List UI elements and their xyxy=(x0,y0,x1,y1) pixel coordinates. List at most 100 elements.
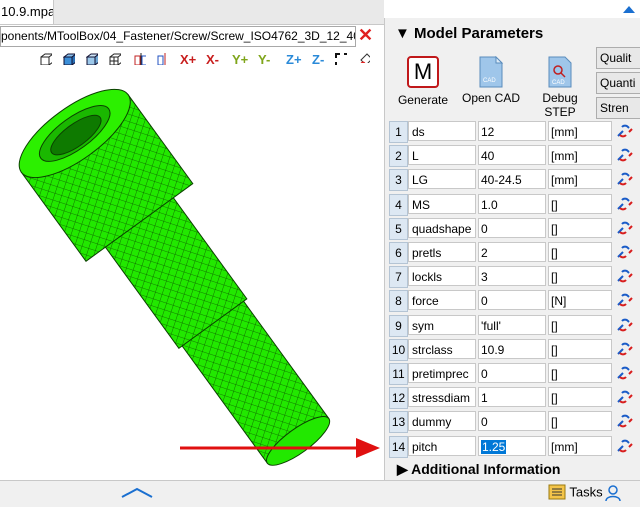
generate-icon: M xyxy=(407,56,439,88)
link-icon[interactable] xyxy=(614,290,634,310)
view-y-plus-button[interactable]: Y+ xyxy=(232,50,248,70)
link-icon[interactable] xyxy=(614,145,634,165)
row-number: 11 xyxy=(389,363,408,385)
status-bar xyxy=(0,480,640,507)
link-icon[interactable] xyxy=(614,363,634,383)
link-icon[interactable] xyxy=(614,194,634,214)
row-number: 4 xyxy=(389,194,408,216)
fit-view-icon[interactable] xyxy=(335,53,347,65)
param-unit-cell: [] xyxy=(548,363,612,383)
param-value-cell[interactable]: 2 xyxy=(478,242,546,262)
model-viewport[interactable] xyxy=(0,72,384,480)
param-value-cell[interactable]: 10.9 xyxy=(478,339,546,359)
param-value-text: 1 xyxy=(481,391,488,405)
panel-title: Model Parameters xyxy=(414,25,544,42)
param-name-cell: pretls xyxy=(408,242,476,262)
user-icon[interactable] xyxy=(604,484,622,502)
cad-file-icon: CAD xyxy=(479,56,504,88)
file-path-field[interactable]: ponents/MToolBox/04_Fastener/Screw/Screw… xyxy=(0,26,356,47)
panel-header[interactable]: ▼ Model Parameters xyxy=(395,25,543,42)
link-icon[interactable] xyxy=(614,169,634,189)
expand-up-icon[interactable] xyxy=(120,486,154,500)
param-unit-cell: [] xyxy=(548,194,612,214)
param-value-text: 0 xyxy=(481,415,488,429)
clip-view-icon[interactable] xyxy=(157,53,169,65)
generate-button-label: Generate xyxy=(397,93,449,107)
file-path-text: ponents/MToolBox/04_Fastener/Screw/Screw… xyxy=(1,29,356,43)
row-number: 5 xyxy=(389,218,408,240)
param-value-text: 3 xyxy=(481,270,488,284)
link-icon[interactable] xyxy=(614,339,634,359)
param-value-cell[interactable]: 40 xyxy=(478,145,546,165)
link-icon[interactable] xyxy=(614,242,634,262)
link-icon[interactable] xyxy=(614,411,634,431)
shaded-view-icon[interactable] xyxy=(86,53,98,65)
row-number: 13 xyxy=(389,411,408,433)
link-icon[interactable] xyxy=(614,387,634,407)
quality-button[interactable]: Qualit xyxy=(596,47,640,69)
view-toolbar: X+ X- Y+ Y- Z+ Z- xyxy=(36,50,376,70)
erase-icon[interactable] xyxy=(358,51,370,63)
param-unit-cell: [] xyxy=(548,218,612,238)
additional-info-header[interactable]: ▶ Additional Information xyxy=(397,461,560,478)
debug-icon-text: CAD xyxy=(552,80,565,86)
view-z-plus-button[interactable]: Z+ xyxy=(286,50,302,70)
link-icon[interactable] xyxy=(614,436,634,456)
param-value-text: 1.25 xyxy=(481,440,507,454)
mesh-view-icon[interactable] xyxy=(109,53,121,65)
tasks-button[interactable]: Tasks xyxy=(548,484,603,502)
param-value-cell[interactable]: 0 xyxy=(478,411,546,431)
link-icon[interactable] xyxy=(614,266,634,286)
tasks-label: Tasks xyxy=(569,484,603,500)
param-value-cell[interactable]: 40-24.5 xyxy=(478,169,546,189)
param-value-text: 'full' xyxy=(481,319,501,333)
wireframe-view-icon[interactable] xyxy=(40,53,52,65)
param-name-cell: LG xyxy=(408,169,476,189)
param-value-cell[interactable]: 1 xyxy=(478,387,546,407)
param-name-cell: pitch xyxy=(408,436,476,456)
row-number: 9 xyxy=(389,315,408,337)
param-name-cell: lockls xyxy=(408,266,476,286)
param-name-cell: dummy xyxy=(408,411,476,431)
row-number: 3 xyxy=(389,169,408,191)
row-number: 7 xyxy=(389,266,408,288)
param-value-text: 40-24.5 xyxy=(481,173,522,187)
open-cad-button[interactable]: CAD Open CAD xyxy=(460,56,522,108)
param-value-cell[interactable]: 0 xyxy=(478,218,546,238)
view-z-minus-button[interactable]: Z- xyxy=(312,50,324,70)
strength-button[interactable]: Stren xyxy=(596,97,640,119)
param-value-cell[interactable]: 12 xyxy=(478,121,546,141)
collapse-up-icon[interactable] xyxy=(622,3,636,15)
param-value-text: 0 xyxy=(481,367,488,381)
view-x-minus-button[interactable]: X- xyxy=(206,50,219,70)
quantity-button[interactable]: Quanti xyxy=(596,72,640,94)
param-value-cell[interactable]: 0 xyxy=(478,363,546,383)
param-value-text: 10.9 xyxy=(481,343,505,357)
debug-step-button[interactable]: CAD Debug STEP xyxy=(526,56,594,119)
close-icon[interactable]: ✕ xyxy=(358,24,373,46)
view-y-minus-button[interactable]: Y- xyxy=(258,50,270,70)
param-unit-cell: [N] xyxy=(548,290,612,310)
param-unit-cell: [mm] xyxy=(548,121,612,141)
param-unit-cell: [mm] xyxy=(548,436,612,456)
param-value-cell[interactable]: 1.25 xyxy=(478,436,546,456)
param-value-text: 12 xyxy=(481,125,495,139)
param-value-cell[interactable]: 0 xyxy=(478,290,546,310)
link-icon[interactable] xyxy=(614,315,634,335)
param-value-text: 0 xyxy=(481,222,488,236)
link-icon[interactable] xyxy=(614,218,634,238)
row-number: 1 xyxy=(389,121,408,143)
row-number: 10 xyxy=(389,339,408,361)
param-value-cell[interactable]: 3 xyxy=(478,266,546,286)
solid-view-icon[interactable] xyxy=(63,53,75,65)
row-number: 14 xyxy=(389,436,408,458)
generate-button[interactable]: M Generate xyxy=(394,56,452,108)
param-name-cell: stressdiam xyxy=(408,387,476,407)
param-name-cell: L xyxy=(408,145,476,165)
param-value-cell[interactable]: 1.0 xyxy=(478,194,546,214)
view-x-plus-button[interactable]: X+ xyxy=(180,50,196,70)
link-icon[interactable] xyxy=(614,121,634,141)
param-value-cell[interactable]: 'full' xyxy=(478,315,546,335)
section-view-icon[interactable] xyxy=(134,53,146,65)
file-tab[interactable]: 10.9.mpas xyxy=(0,0,54,24)
